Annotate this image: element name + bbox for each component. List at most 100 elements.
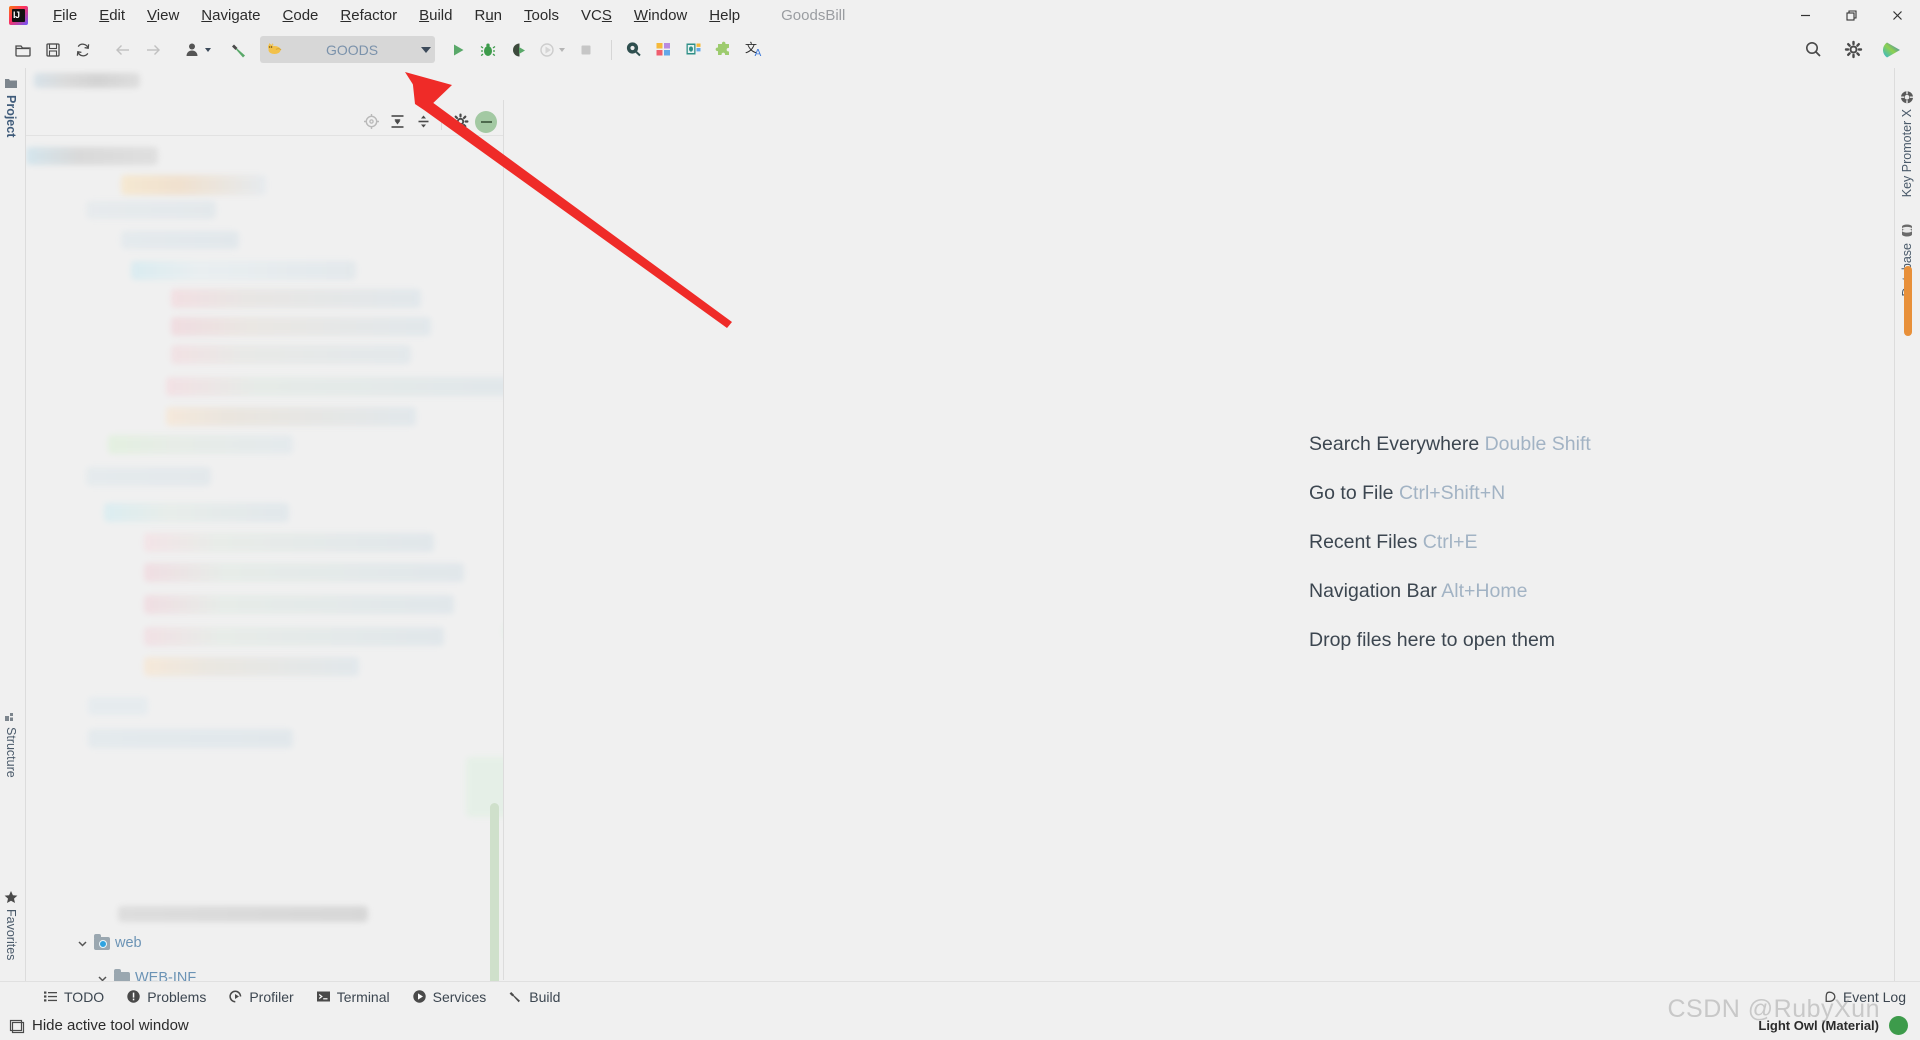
back-arrow-icon[interactable] [108,35,138,65]
censored-tree-row [118,906,368,922]
tree-vertical-scrollbar[interactable] [490,803,499,998]
menu-item-edit[interactable]: Edit [88,4,136,28]
menu-item-code[interactable]: Code [272,4,330,28]
menu-item-window[interactable]: Window [623,4,698,28]
hint-shortcut-label: Alt+Home [1441,580,1528,602]
settings-gear-icon[interactable] [1838,35,1868,65]
sidebar-item-project[interactable]: Project [4,76,18,137]
run-play-icon[interactable] [443,35,473,65]
censored-tree-row [121,231,239,249]
sidebar-item-structure[interactable]: Structure [4,708,18,778]
hide-panel-icon [475,110,497,133]
censored-tab-label [34,73,140,88]
run-configuration-name: GOODS [325,41,379,58]
bottom-item-profiler[interactable]: Profiler [219,986,302,1008]
favorites-star-icon [4,890,18,904]
menu-item-refactor[interactable]: Refactor [329,4,408,28]
menu-item-vcs[interactable]: VCS [570,4,623,28]
collapse-all-icon[interactable] [411,111,435,133]
censored-tree-row [108,435,293,454]
profile-icon[interactable] [533,35,571,65]
hint-action-label: Navigation Bar [1309,580,1437,602]
build-hammer-icon[interactable] [224,35,254,65]
search-everywhere-dark-icon[interactable] [618,35,648,65]
event-log-label: Event Log [1842,989,1906,1005]
sidebar-label-key-promoter-x: Key Promoter X [1900,109,1914,198]
profiler-icon [228,989,243,1004]
censored-tree-row [88,729,293,748]
menu-item-view[interactable]: View [136,4,190,28]
project-name-label: GoodsBill [781,7,846,24]
intellij-idea-logo: IJ [9,6,28,25]
sidebar-item-key-promoter-x[interactable]: Key Promoter X [1900,90,1914,197]
bottom-item-terminal[interactable]: Terminal [307,986,399,1008]
maximize-restore-button[interactable] [1828,0,1874,31]
debug-bug-icon[interactable] [473,35,503,65]
project-tree[interactable]: web WEB-INF lib < web [26,137,504,998]
bottom-item-label: Terminal [336,988,390,1005]
menu-item-build[interactable]: Build [408,4,463,28]
menu-item-tools[interactable]: Tools [513,4,570,28]
layout-blocks-icon[interactable] [648,35,678,65]
hint-action-label: Search Everywhere [1309,433,1480,455]
hint-shortcut-label: Ctrl+Shift+N [1398,482,1506,504]
bottom-item-label: TODO [64,988,105,1005]
open-project-icon[interactable] [8,35,38,65]
chevron-down-icon[interactable] [421,46,431,53]
menu-item-run[interactable]: Run [463,4,513,28]
database-table-icon[interactable] [678,35,708,65]
tomcat-icon [266,41,283,58]
chevron-down-icon[interactable] [205,47,211,52]
translate-icon[interactable]: 文A [738,35,772,65]
menu-item-help[interactable]: Help [698,4,751,28]
bottom-item-build[interactable]: Build [499,986,569,1008]
forward-arrow-icon[interactable] [138,35,168,65]
user-profile-icon[interactable] [178,35,218,65]
run-with-coverage-icon[interactable] [503,35,533,65]
status-right-group: Light Owl (Material) [1758,1016,1908,1035]
save-all-icon[interactable] [38,35,68,65]
censored-tree-row [144,533,434,552]
bottom-item-label: Build [529,988,561,1005]
sidebar-label-favorites: Favorites [4,909,18,961]
hint-search-everywhere: Search Everywhere Double Shift [1309,433,1591,456]
hide-window-icon [9,1018,25,1034]
bottom-item-problems[interactable]: Problems [117,986,215,1008]
close-button[interactable] [1874,0,1920,31]
settings-gear-icon[interactable] [448,111,472,133]
green-status-ball-icon[interactable] [1889,1016,1908,1035]
structure-blocks-icon [4,708,18,722]
svg-text:A: A [755,48,762,59]
sidebar-item-favorites[interactable]: Favorites [4,890,18,960]
menu-item-navigate[interactable]: Navigate [190,4,271,28]
censored-tree-row [171,289,421,308]
project-folder-icon [4,76,18,90]
plugin-puzzle-icon[interactable] [708,35,738,65]
sync-refresh-icon[interactable] [68,35,98,65]
event-log-button[interactable]: Event Log [1822,982,1906,1012]
bottom-item-todo[interactable]: TODO [34,986,113,1008]
censored-tree-row [166,407,416,426]
expand-all-icon[interactable] [385,111,409,133]
censored-tree-row [171,317,431,336]
run-configuration-selector[interactable]: GOODS [260,36,435,63]
locate-target-icon[interactable] [359,111,383,133]
search-icon[interactable] [1798,35,1828,65]
sidebar-label-project: Project [4,95,18,138]
ide-play-colored-icon[interactable] [1878,35,1908,65]
web-resource-folder-icon [94,933,110,950]
tree-item-web[interactable]: web [76,931,142,955]
editor-empty-area: Search Everywhere Double Shift Go to Fil… [504,68,1894,998]
hide-panel-button[interactable] [474,110,498,133]
toolbar-right-group [1798,31,1908,68]
database-scrollbar-thumb[interactable] [1904,266,1912,336]
censored-tree-row [144,595,454,614]
left-tool-rail: Project Structure Favorites [0,68,26,998]
bottom-item-services[interactable]: Services [403,986,496,1008]
todo-list-icon [43,989,58,1004]
menu-item-file[interactable]: FFileile [42,4,88,28]
stop-square-icon[interactable] [571,35,601,65]
chevron-down-icon[interactable] [76,937,89,950]
hint-action-label: Go to File [1309,482,1394,504]
minimize-button[interactable] [1782,0,1828,31]
